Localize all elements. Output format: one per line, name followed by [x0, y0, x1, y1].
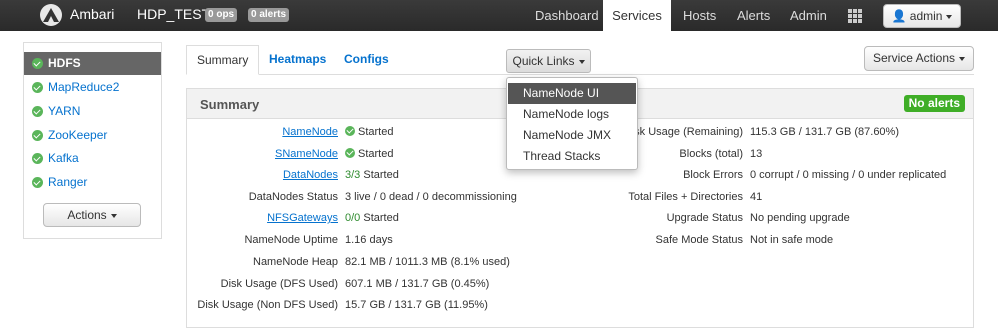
datanodes-value: 3/3 Started: [345, 167, 399, 183]
disk-dfs-used-value: 607.1 MB / 131.7 GB (0.45%): [345, 278, 490, 290]
sidebar-item-ranger[interactable]: Ranger: [24, 171, 161, 194]
nav-admin[interactable]: Admin: [780, 0, 837, 31]
menu-item-namenode-logs[interactable]: NameNode logs: [508, 104, 636, 125]
sidebar-item-label: Kafka: [48, 151, 79, 165]
upgrade-status-value: No pending upgrade: [750, 212, 850, 224]
nav-dashboard[interactable]: Dashboard: [524, 0, 610, 31]
namenode-value: Started: [345, 124, 393, 140]
disk-dfs-used-label: Disk Usage (DFS Used): [220, 278, 338, 290]
safe-mode-label: Safe Mode Status: [655, 234, 743, 246]
chevron-down-icon: [578, 59, 585, 64]
nfsgateways-value: 0/0 Started: [345, 210, 399, 226]
sidebar-item-mapreduce2[interactable]: MapReduce2: [24, 76, 161, 99]
nav-services[interactable]: Services: [603, 0, 671, 31]
actions-button[interactable]: Actions: [43, 203, 141, 227]
upgrade-status-label: Upgrade Status: [666, 212, 743, 224]
panel-title: Summary: [200, 97, 260, 112]
blocks-total-value: 13: [750, 148, 763, 160]
user-name: admin: [909, 9, 943, 23]
nfsgateways-count: 0/0: [345, 212, 361, 224]
check-circle-icon: [32, 153, 43, 164]
ops-badge[interactable]: 0 ops: [205, 8, 238, 22]
datanodes-status-value: 3 live / 0 dead / 0 decommissioning: [345, 191, 517, 203]
namenode-uptime-label: NameNode Uptime: [244, 234, 338, 246]
total-files-value: 41: [750, 191, 763, 203]
check-circle-icon: [32, 58, 43, 69]
sidebar-item-label: ZooKeeper: [48, 128, 108, 142]
service-actions-label: Service Actions: [872, 51, 956, 65]
menu-item-thread-stacks[interactable]: Thread Stacks: [508, 146, 636, 167]
user-menu-button[interactable]: 👤 admin: [883, 4, 961, 28]
top-navbar: Ambari HDP_TEST 0 ops 0 alerts Dashboard…: [0, 0, 998, 31]
check-circle-icon: [32, 177, 43, 188]
namenode-uptime-value: 1.16 days: [345, 234, 393, 246]
menu-item-namenode-ui[interactable]: NameNode UI: [508, 83, 636, 104]
sidebar-item-label: Ranger: [48, 175, 88, 189]
snamenode-value: Started: [345, 146, 393, 162]
chevron-down-icon: [110, 213, 117, 218]
user-icon: 👤: [891, 9, 907, 23]
summary-row-safe-mode: Safe Mode Status Not in safe mode: [517, 232, 973, 248]
tab-heatmaps[interactable]: Heatmaps: [259, 45, 336, 75]
total-files-label: Total Files + Directories: [628, 191, 743, 203]
alerts-badge[interactable]: 0 alerts: [248, 8, 290, 22]
check-circle-icon: [32, 82, 43, 93]
nav-alerts[interactable]: Alerts: [727, 0, 780, 31]
menu-item-namenode-jmx[interactable]: NameNode JMX: [508, 125, 636, 146]
sidebar-item-kafka[interactable]: Kafka: [24, 147, 161, 170]
service-actions-button[interactable]: Service Actions: [864, 46, 974, 71]
check-circle-icon: [32, 106, 43, 117]
quick-links-label: Quick Links: [512, 54, 575, 68]
datanodes-status-label: DataNodes Status: [248, 191, 338, 203]
check-circle-icon: [345, 148, 355, 158]
disk-remaining-value: 115.3 GB / 131.7 GB (87.60%): [750, 126, 899, 138]
chevron-down-icon: [959, 56, 966, 61]
namenode-link[interactable]: NameNode: [187, 124, 338, 140]
sidebar-item-hdfs[interactable]: HDFS: [24, 52, 161, 75]
tab-summary[interactable]: Summary: [186, 45, 260, 75]
sidebar-item-yarn[interactable]: YARN: [24, 100, 161, 123]
status-text: Started: [363, 212, 399, 224]
sidebar-item-zookeeper[interactable]: ZooKeeper: [24, 124, 161, 147]
chevron-down-icon: [946, 14, 953, 19]
actions-label: Actions: [67, 208, 107, 222]
tab-configs[interactable]: Configs: [334, 45, 399, 75]
status-text: Started: [358, 126, 394, 138]
namenode-heap-label: NameNode Heap: [253, 256, 338, 268]
datanodes-link[interactable]: DataNodes: [187, 167, 338, 183]
summary-row-disk-non-dfs-used: Disk Usage (Non DFS Used) 15.7 GB / 131.…: [187, 297, 627, 313]
no-alerts-badge[interactable]: No alerts: [903, 95, 965, 112]
ambari-logo[interactable]: [40, 4, 62, 26]
quick-links-button[interactable]: Quick Links: [506, 49, 591, 73]
status-text: Started: [363, 169, 399, 181]
views-grid-icon[interactable]: [848, 9, 862, 23]
summary-row-upgrade-status: Upgrade Status No pending upgrade: [517, 210, 973, 226]
namenode-heap-value: 82.1 MB / 1011.3 MB (8.1% used): [345, 256, 510, 268]
sidebar-item-label: HDFS: [48, 56, 81, 70]
check-circle-icon: [32, 130, 43, 141]
sidebar-item-label: YARN: [48, 104, 81, 118]
nav-hosts[interactable]: Hosts: [673, 0, 726, 31]
summary-row-total-files: Total Files + Directories 41: [517, 189, 973, 205]
safe-mode-value: Not in safe mode: [750, 234, 834, 246]
disk-non-dfs-used-label: Disk Usage (Non DFS Used): [197, 299, 338, 311]
cluster-name[interactable]: HDP_TEST: [137, 6, 210, 22]
sidebar-item-label: MapReduce2: [48, 80, 120, 94]
brand-name[interactable]: Ambari: [70, 6, 114, 22]
block-errors-value: 0 corrupt / 0 missing / 0 under replicat…: [750, 169, 947, 181]
snamenode-link[interactable]: SNameNode: [187, 146, 338, 162]
summary-row-disk-dfs-used: Disk Usage (DFS Used) 607.1 MB / 131.7 G…: [187, 276, 627, 292]
summary-row-namenode-heap: NameNode Heap 82.1 MB / 1011.3 MB (8.1% …: [187, 254, 627, 270]
datanodes-count: 3/3: [345, 169, 361, 181]
disk-non-dfs-used-value: 15.7 GB / 131.7 GB (11.95%): [345, 299, 488, 311]
status-text: Started: [358, 148, 394, 160]
nfsgateways-link[interactable]: NFSGateways: [187, 210, 338, 226]
quick-links-menu: NameNode UI NameNode logs NameNode JMX T…: [506, 77, 638, 170]
check-circle-icon: [345, 126, 355, 136]
